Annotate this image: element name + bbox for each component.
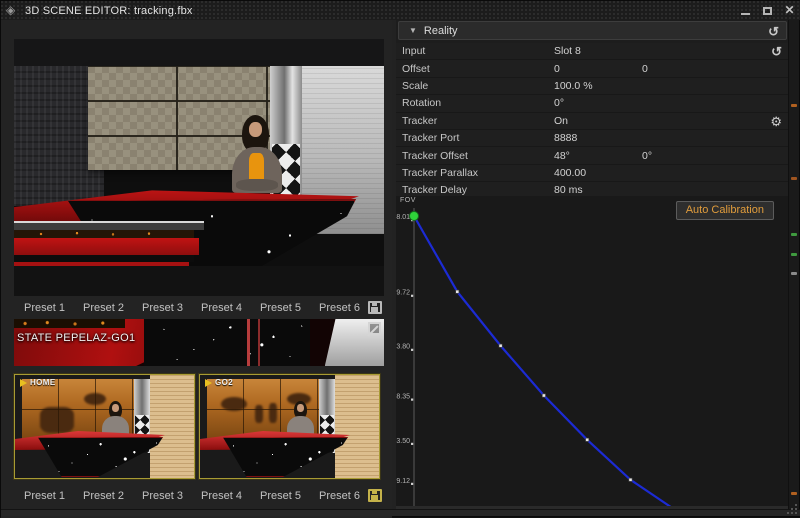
property-row-scale[interactable]: Scale100.0 % [396,78,789,95]
app-window: ◈ 3D SCENE EDITOR: tracking.fbx ✕ [0,0,800,517]
thumbnail-label: HOME [30,378,56,387]
desk-starfield-panel [218,437,348,477]
annotation-marker [791,177,797,180]
play-icon [20,379,27,387]
studio-floor [14,266,384,296]
wood-wall [150,375,195,479]
y-tick-label: 9.12 [396,478,410,485]
fov-curve [414,216,674,509]
properties-panel: ▼ Reality ↺ InputSlot 8 ↺ Offset0 0 Scal… [396,20,789,511]
state-banner[interactable]: STATE PEPELAZ-GO1 [14,319,384,366]
tracker-settings-gear-icon[interactable]: ⚙ [770,115,782,128]
close-button[interactable]: ✕ [783,4,796,17]
control-point[interactable] [586,438,589,441]
preset-5-button[interactable]: Preset 5 [260,302,301,314]
preset-4-button[interactable]: Preset 4 [201,302,242,314]
y-tick-label: 13.50 [396,438,410,445]
y-tick-label: 38.01 [396,214,410,221]
scene-thumbnail-go2[interactable]: GO2 [199,374,380,479]
preset-3-button[interactable]: Preset 3 [142,302,183,314]
reality-section-header[interactable]: ▼ Reality ↺ [398,21,787,40]
y-tick-label: 23.80 [396,344,410,351]
scene-thumbnail-home[interactable]: HOME [14,374,195,479]
annotation-marker [791,233,797,236]
floor-ribbon [14,221,204,230]
y-tick-mark [411,483,413,485]
state-name-label: STATE PEPELAZ-GO1 [17,332,135,344]
resize-grip[interactable] [786,503,798,515]
y-tick-label: 29.72 [396,290,410,297]
control-point[interactable] [542,394,545,397]
y-tick-label: 18.35 [396,394,410,401]
property-row-tracker-parallax[interactable]: Tracker Parallax400.00 [396,165,789,182]
wood-wall [335,375,380,479]
presenter-figure [228,115,286,201]
floor-red-ribbon [14,238,199,255]
preset-row-bottom: Preset 1 Preset 2 Preset 3 Preset 4 Pres… [14,484,384,507]
property-rows: InputSlot 8 ↺ Offset0 0 Scale100.0 % Rot… [396,43,789,217]
title-bar: ◈ 3D SCENE EDITOR: tracking.fbx ✕ [1,1,800,20]
window-title: 3D SCENE EDITOR: tracking.fbx [25,5,193,17]
save-preset-icon[interactable] [368,489,382,502]
control-point[interactable] [499,344,502,347]
viewport-ceiling [14,39,384,66]
preset-6-button[interactable]: Preset 6 [319,302,360,314]
y-tick-mark [411,399,413,401]
preset-5-button[interactable]: Preset 5 [260,490,301,502]
annotation-marker [791,253,797,256]
preset-1-button[interactable]: Preset 1 [24,490,65,502]
play-icon [205,379,212,387]
annotation-scrollbar[interactable] [788,20,799,511]
collapse-triangle-icon: ▼ [409,26,417,35]
property-row-offset[interactable]: Offset0 0 [396,60,789,77]
property-row-tracker-port[interactable]: Tracker Port8888 [396,130,789,147]
preset-1-button[interactable]: Preset 1 [24,302,65,314]
maximize-button[interactable] [761,4,774,17]
property-row-input[interactable]: InputSlot 8 ↺ [396,43,789,60]
control-point[interactable] [456,290,459,293]
scene-panel: Preset 1 Preset 2 Preset 3 Preset 4 Pres… [1,20,392,518]
annotation-marker [791,104,797,107]
fov-curve-svg[interactable]: 38.0129.7223.8018.3513.509.125.92 [396,196,789,511]
preset-4-button[interactable]: Preset 4 [201,490,242,502]
preset-2-button[interactable]: Preset 2 [83,490,124,502]
desk-starfield-panel [33,437,163,477]
status-strip [1,509,800,516]
minimize-button[interactable] [739,4,752,17]
3d-viewport[interactable] [14,39,384,296]
section-title: Reality [424,25,458,37]
annotation-marker [791,272,797,275]
floor-black-ribbon [14,255,194,262]
reset-input-icon[interactable]: ↺ [771,45,782,58]
annotation-marker [791,492,797,495]
state-banner-star-strip [14,319,125,328]
reset-section-icon[interactable]: ↺ [768,25,779,38]
state-banner-starfield [144,319,311,366]
edit-state-icon[interactable] [368,322,381,335]
property-row-tracker-offset[interactable]: Tracker Offset48° 0° [396,147,789,164]
preset-3-button[interactable]: Preset 3 [142,490,183,502]
preset-6-button[interactable]: Preset 6 [319,490,360,502]
app-logo-icon: ◈ [6,4,19,17]
property-row-tracker[interactable]: TrackerOn ⚙ [396,113,789,130]
control-point[interactable] [629,478,632,481]
selected-control-point[interactable] [410,212,419,221]
y-tick-mark [411,443,413,445]
y-tick-mark [411,349,413,351]
preset-row-top: Preset 1 Preset 2 Preset 3 Preset 4 Pres… [14,296,384,319]
y-tick-mark [411,295,413,297]
preset-2-button[interactable]: Preset 2 [83,302,124,314]
property-row-rotation[interactable]: Rotation0° [396,95,789,112]
save-preset-icon[interactable] [368,301,382,314]
thumbnail-label: GO2 [215,378,233,387]
floor-star-strip [14,230,194,238]
fov-calibration-chart[interactable]: FOV Auto Calibration 38.0129.7223.8018.3… [396,196,789,511]
